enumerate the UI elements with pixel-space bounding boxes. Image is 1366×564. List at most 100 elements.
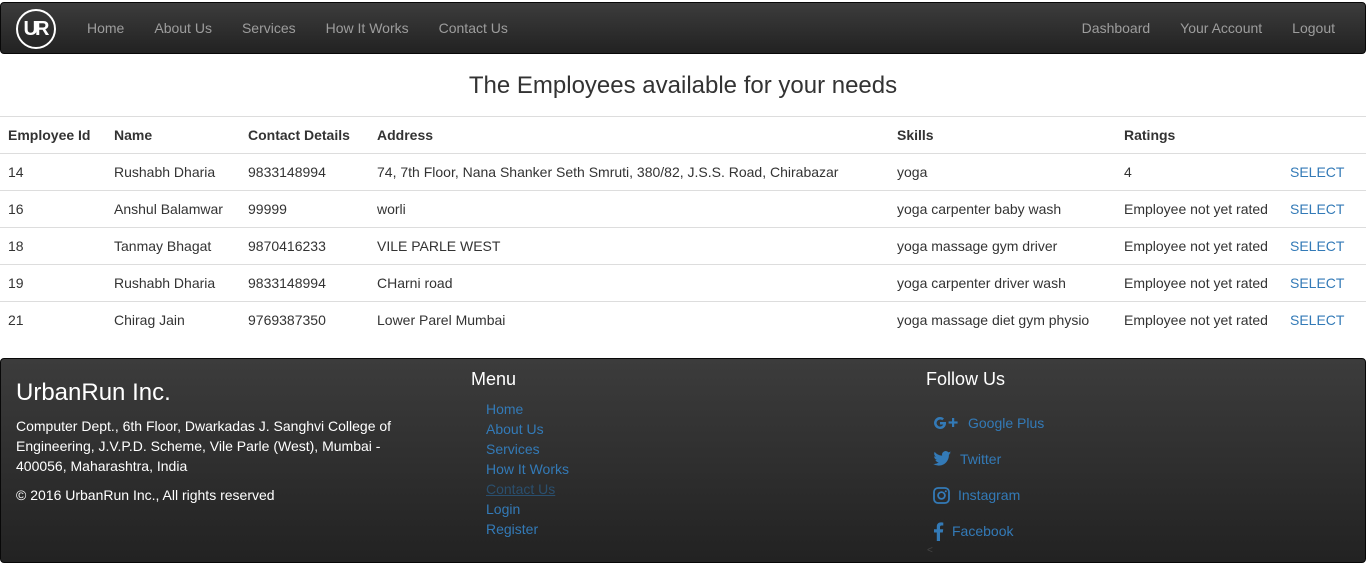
cell-contact: 9833148994 bbox=[240, 264, 369, 302]
cell-contact: 9833148994 bbox=[240, 153, 369, 191]
footer-link-login[interactable]: Login bbox=[486, 501, 520, 517]
nav-right: Dashboard Your Account Logout bbox=[1067, 3, 1350, 53]
cell-employee-id: 16 bbox=[0, 190, 106, 228]
table-header-row: Employee Id Name Contact Details Address… bbox=[0, 116, 1366, 154]
footer-link-how-it-works[interactable]: How It Works bbox=[486, 461, 569, 477]
social-instagram[interactable]: Instagram bbox=[933, 477, 1044, 513]
footer-menu-item: Services bbox=[486, 439, 569, 459]
footer-link-home[interactable]: Home bbox=[486, 401, 523, 417]
cell-address: CHarni road bbox=[369, 264, 889, 302]
footer-link-contact-us[interactable]: Contact Us bbox=[486, 481, 555, 497]
cell-action: SELECT bbox=[1282, 153, 1366, 191]
cell-address: Lower Parel Mumbai bbox=[369, 301, 889, 339]
nav-services[interactable]: Services bbox=[227, 3, 311, 53]
cell-employee-id: 18 bbox=[0, 227, 106, 265]
cell-skills: yoga bbox=[889, 153, 1116, 191]
nav-contact-us[interactable]: Contact Us bbox=[424, 3, 523, 53]
footer-follow-title: Follow Us bbox=[926, 369, 1006, 389]
table-row: 19 Rushabh Dharia 9833148994 CHarni road… bbox=[0, 264, 1366, 302]
social-google-plus[interactable]: Google Plus bbox=[933, 405, 1044, 441]
cell-skills: yoga carpenter baby wash bbox=[889, 190, 1116, 228]
cell-name: Anshul Balamwar bbox=[106, 190, 240, 228]
table-row: 14 Rushabh Dharia 9833148994 74, 7th Flo… bbox=[0, 153, 1366, 191]
footer: UrbanRun Inc. Computer Dept., 6th Floor,… bbox=[0, 358, 1366, 563]
nav-left: Home About Us Services How It Works Cont… bbox=[72, 3, 523, 53]
social-twitter[interactable]: Twitter bbox=[933, 441, 1044, 477]
cell-action: SELECT bbox=[1282, 301, 1366, 339]
col-name: Name bbox=[106, 116, 240, 154]
footer-copyright: © 2016 UrbanRun Inc., All rights reserve… bbox=[16, 487, 275, 503]
cell-employee-id: 21 bbox=[0, 301, 106, 339]
nav-your-account[interactable]: Your Account bbox=[1165, 3, 1277, 53]
footer-menu-item: Home bbox=[486, 399, 569, 419]
google-plus-icon bbox=[934, 417, 958, 429]
top-navbar: UR Home About Us Services How It Works C… bbox=[0, 2, 1366, 54]
twitter-icon bbox=[933, 451, 952, 466]
select-button[interactable]: SELECT bbox=[1290, 275, 1344, 291]
col-skills: Skills bbox=[889, 116, 1116, 154]
footer-menu-item: Contact Us bbox=[486, 479, 569, 499]
footer-link-about-us[interactable]: About Us bbox=[486, 421, 544, 437]
footer-menu-item: Login bbox=[486, 499, 569, 519]
footer-link-services[interactable]: Services bbox=[486, 441, 540, 457]
cell-contact: 9769387350 bbox=[240, 301, 369, 339]
cell-address: VILE PARLE WEST bbox=[369, 227, 889, 265]
footer-menu: Home About Us Services How It Works Cont… bbox=[486, 399, 569, 539]
col-ratings: Ratings bbox=[1116, 116, 1282, 154]
nav-home[interactable]: Home bbox=[72, 3, 139, 53]
page-title: The Employees available for your needs bbox=[468, 72, 898, 99]
footer-menu-title: Menu bbox=[471, 369, 517, 389]
footer-menu-item: How It Works bbox=[486, 459, 569, 479]
cell-action: SELECT bbox=[1282, 190, 1366, 228]
cell-rating: Employee not yet rated bbox=[1116, 190, 1282, 228]
cell-rating: Employee not yet rated bbox=[1116, 301, 1282, 339]
col-address: Address bbox=[369, 116, 889, 154]
urbanrun-logo[interactable]: UR bbox=[16, 9, 56, 49]
nav-logout[interactable]: Logout bbox=[1277, 3, 1350, 53]
cell-name: Rushabh Dharia bbox=[106, 264, 240, 302]
social-label: Google Plus bbox=[968, 415, 1045, 431]
cell-name: Tanmay Bhagat bbox=[106, 227, 240, 265]
cell-action: SELECT bbox=[1282, 264, 1366, 302]
employees-table: Employee Id Name Contact Details Address… bbox=[0, 116, 1366, 339]
select-button[interactable]: SELECT bbox=[1290, 164, 1344, 180]
cell-employee-id: 14 bbox=[0, 153, 106, 191]
instagram-icon bbox=[933, 486, 950, 504]
footer-menu-item: Register bbox=[486, 519, 569, 539]
cell-rating: Employee not yet rated bbox=[1116, 227, 1282, 265]
select-button[interactable]: SELECT bbox=[1290, 312, 1344, 328]
col-employee-id: Employee Id bbox=[0, 116, 106, 154]
cell-contact: 99999 bbox=[240, 190, 369, 228]
cell-name: Chirag Jain bbox=[106, 301, 240, 339]
cell-action: SELECT bbox=[1282, 227, 1366, 265]
social-links: Google Plus Twitter Instagram Facebook bbox=[933, 405, 1044, 549]
cell-employee-id: 19 bbox=[0, 264, 106, 302]
col-contact-details: Contact Details bbox=[240, 116, 369, 154]
select-button[interactable]: SELECT bbox=[1290, 201, 1344, 217]
footer-link-register[interactable]: Register bbox=[486, 521, 538, 537]
cell-address: 74, 7th Floor, Nana Shanker Seth Smruti,… bbox=[369, 153, 889, 191]
facebook-icon bbox=[934, 521, 944, 541]
cell-skills: yoga carpenter driver wash bbox=[889, 264, 1116, 302]
footer-brand: UrbanRun Inc. bbox=[16, 379, 171, 406]
social-label: Instagram bbox=[958, 487, 1021, 503]
cell-address: worli bbox=[369, 190, 889, 228]
nav-about-us[interactable]: About Us bbox=[139, 3, 227, 53]
select-button[interactable]: SELECT bbox=[1290, 238, 1344, 254]
cell-skills: yoga massage diet gym physio bbox=[889, 301, 1116, 339]
cell-rating: 4 bbox=[1116, 153, 1282, 191]
nav-dashboard[interactable]: Dashboard bbox=[1067, 3, 1166, 53]
social-label: Twitter bbox=[960, 451, 1002, 467]
nav-how-it-works[interactable]: How It Works bbox=[311, 3, 424, 53]
cell-name: Rushabh Dharia bbox=[106, 153, 240, 191]
social-label: Facebook bbox=[952, 523, 1014, 539]
footer-address: Computer Dept., 6th Floor, Dwarkadas J. … bbox=[16, 418, 392, 474]
col-action bbox=[1282, 116, 1366, 154]
cell-skills: yoga massage gym driver bbox=[889, 227, 1116, 265]
footer-menu-item: About Us bbox=[486, 419, 569, 439]
social-facebook[interactable]: Facebook bbox=[933, 513, 1044, 549]
scroll-marker: < bbox=[927, 545, 933, 556]
table-row: 16 Anshul Balamwar 99999 worli yoga carp… bbox=[0, 190, 1366, 228]
cell-rating: Employee not yet rated bbox=[1116, 264, 1282, 302]
cell-contact: 9870416233 bbox=[240, 227, 369, 265]
